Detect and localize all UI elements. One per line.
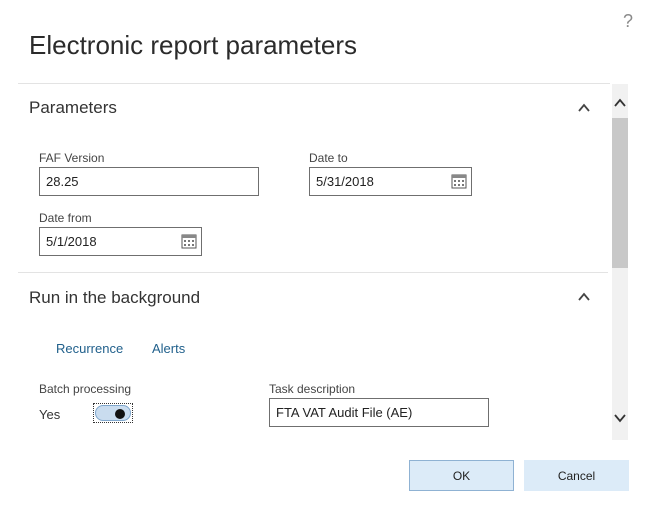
- task-description-label: Task description: [269, 382, 356, 396]
- scroll-down-icon[interactable]: [613, 412, 627, 424]
- collapse-background-icon[interactable]: [577, 290, 591, 304]
- parameters-section: Parameters FAF Version Date to Date from: [18, 85, 610, 272]
- date-from-label: Date from: [39, 211, 92, 225]
- date-to-field[interactable]: [309, 167, 472, 196]
- date-from-field[interactable]: [39, 227, 202, 256]
- toggle-knob: [115, 409, 125, 419]
- dialog-title: Electronic report parameters: [29, 30, 358, 60]
- faf-version-field[interactable]: [39, 167, 259, 196]
- background-section: Run in the background Recurrence Alerts …: [18, 273, 610, 440]
- calendar-icon[interactable]: [181, 233, 197, 249]
- batch-processing-label: Batch processing: [39, 382, 132, 396]
- background-heading: Run in the background: [29, 288, 201, 307]
- date-to-label: Date to: [309, 151, 348, 165]
- collapse-parameters-icon[interactable]: [577, 101, 591, 115]
- cancel-button[interactable]: Cancel: [524, 460, 629, 491]
- parameters-heading: Parameters: [29, 98, 117, 117]
- batch-processing-toggle[interactable]: [93, 403, 133, 423]
- ok-button[interactable]: OK: [409, 460, 514, 491]
- scrollbar-thumb[interactable]: [612, 118, 628, 268]
- task-description-field[interactable]: [269, 398, 489, 427]
- date-to-picker: [309, 167, 472, 196]
- header-divider: [18, 83, 610, 84]
- batch-state-text: Yes: [39, 407, 61, 422]
- toggle-track: [95, 405, 131, 421]
- recurrence-link[interactable]: Recurrence: [56, 341, 123, 356]
- calendar-icon[interactable]: [451, 173, 467, 189]
- help-icon[interactable]: ?: [623, 11, 633, 32]
- faf-version-label: FAF Version: [39, 151, 105, 165]
- date-from-picker: [39, 227, 202, 256]
- alerts-link[interactable]: Alerts: [152, 341, 185, 356]
- scroll-up-icon[interactable]: [613, 97, 627, 109]
